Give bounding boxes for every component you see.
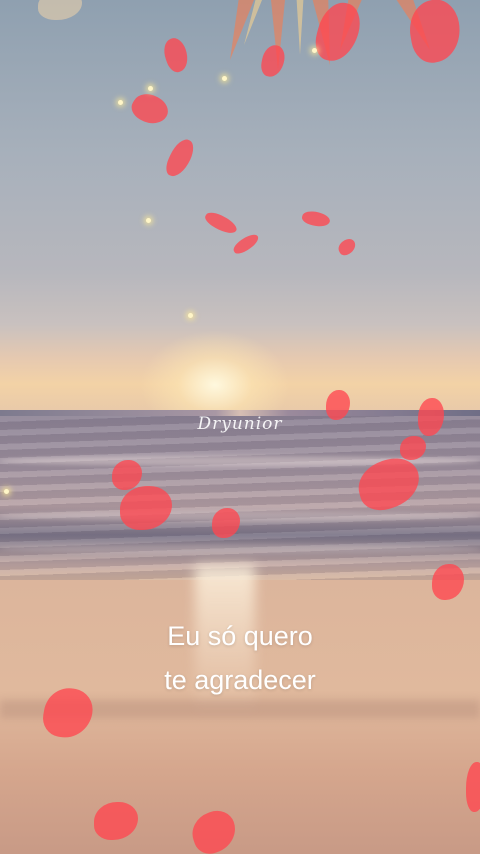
sparkle xyxy=(118,100,123,105)
video-frame: Dryunior Eu só quero te agradecer xyxy=(0,0,480,854)
sparkle xyxy=(188,313,193,318)
wave-crest xyxy=(0,544,480,554)
sparkle xyxy=(146,218,151,223)
wave-crest xyxy=(0,511,480,521)
petal xyxy=(38,0,82,20)
petal xyxy=(162,135,198,181)
sparkle xyxy=(4,489,9,494)
light-ray xyxy=(296,0,304,55)
petal xyxy=(335,236,359,258)
watermark: Dryunior xyxy=(197,414,283,434)
sparkle xyxy=(312,48,317,53)
petal xyxy=(159,35,193,75)
sparkle xyxy=(148,86,153,91)
petal xyxy=(202,208,240,238)
petal xyxy=(466,762,480,812)
petal xyxy=(127,87,173,131)
lyrics-line-1: Eu só quero xyxy=(167,621,313,651)
sparkle xyxy=(222,76,227,81)
petal xyxy=(230,231,262,257)
petal xyxy=(300,208,332,230)
lyrics-caption: Eu só quero te agradecer xyxy=(0,614,480,702)
lyrics-line-2: te agradecer xyxy=(164,665,316,695)
